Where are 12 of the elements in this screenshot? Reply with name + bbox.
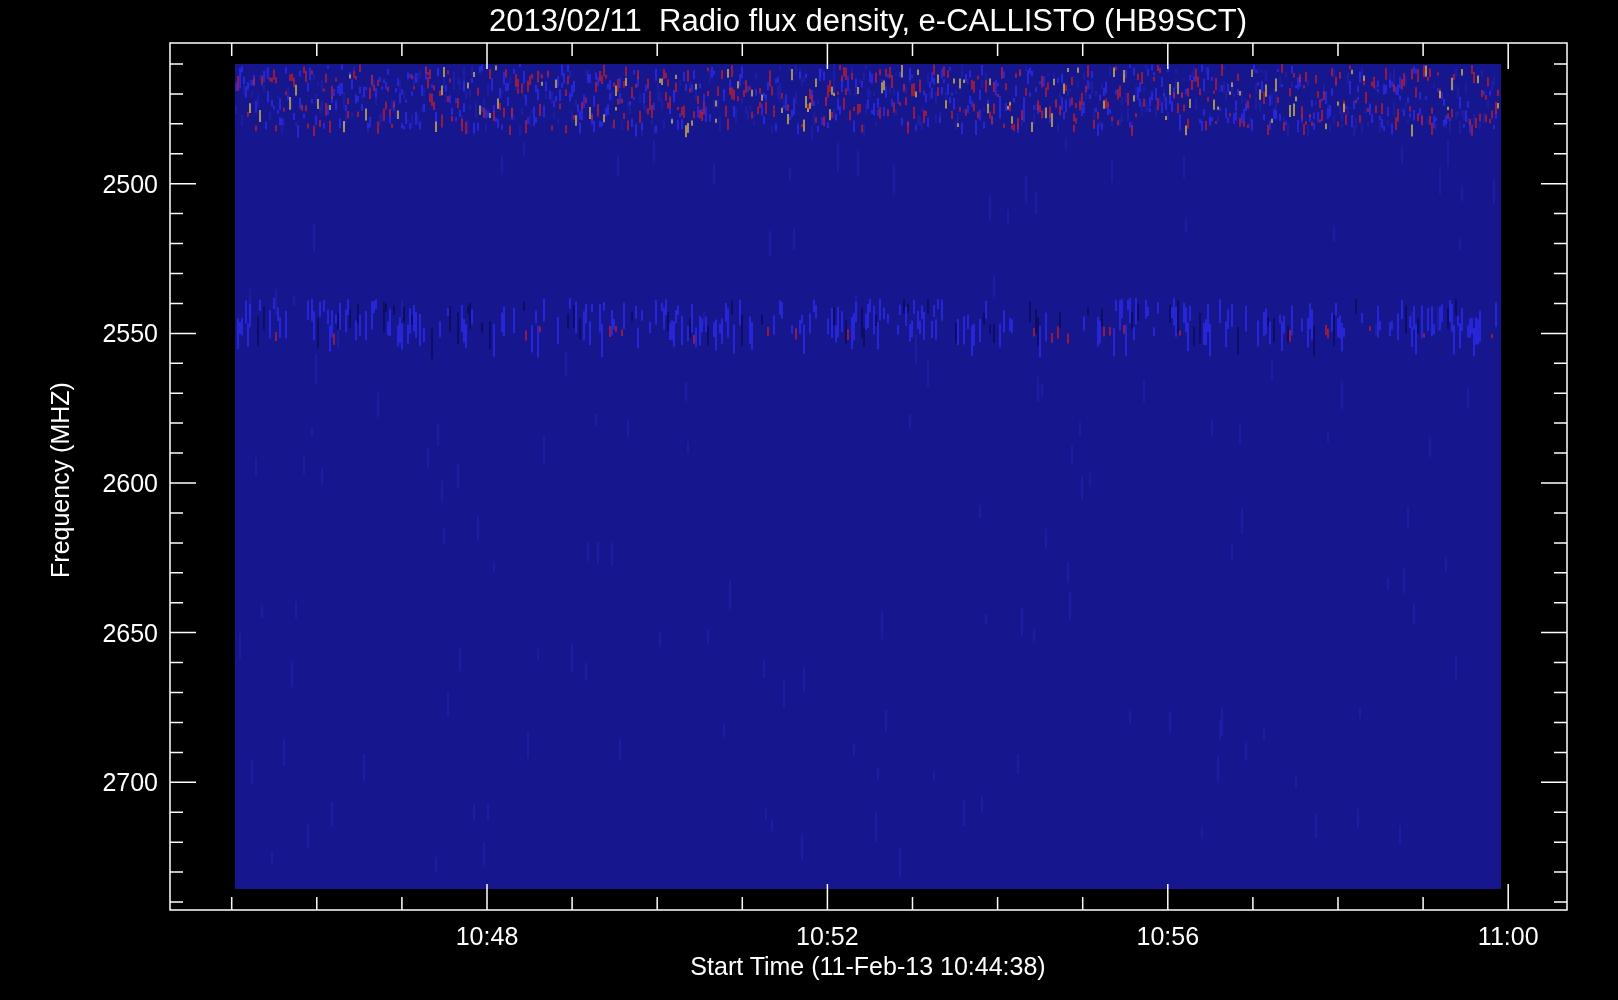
x-tick-label: 11:00: [1477, 922, 1539, 950]
y-axis-label: Frequency (MHZ): [46, 382, 74, 578]
x-tick-label: 10:52: [796, 922, 859, 950]
y-tick-label: 2600: [102, 469, 158, 497]
chart-title: 2013/02/11 Radio flux density, e-CALLISTO (HB9SCT): [488, 3, 1248, 38]
x-tick-label: 10:56: [1136, 922, 1200, 950]
y-tick-label: 2500: [102, 169, 158, 198]
x-tick-label: 10:48: [455, 922, 519, 950]
y-tick-label: 2550: [102, 319, 158, 348]
x-axis-label: Start Time (11-Feb-13 10:44:38): [690, 952, 1046, 980]
y-tick-label: 2650: [102, 618, 158, 647]
y-tick-label: 2700: [102, 768, 158, 797]
